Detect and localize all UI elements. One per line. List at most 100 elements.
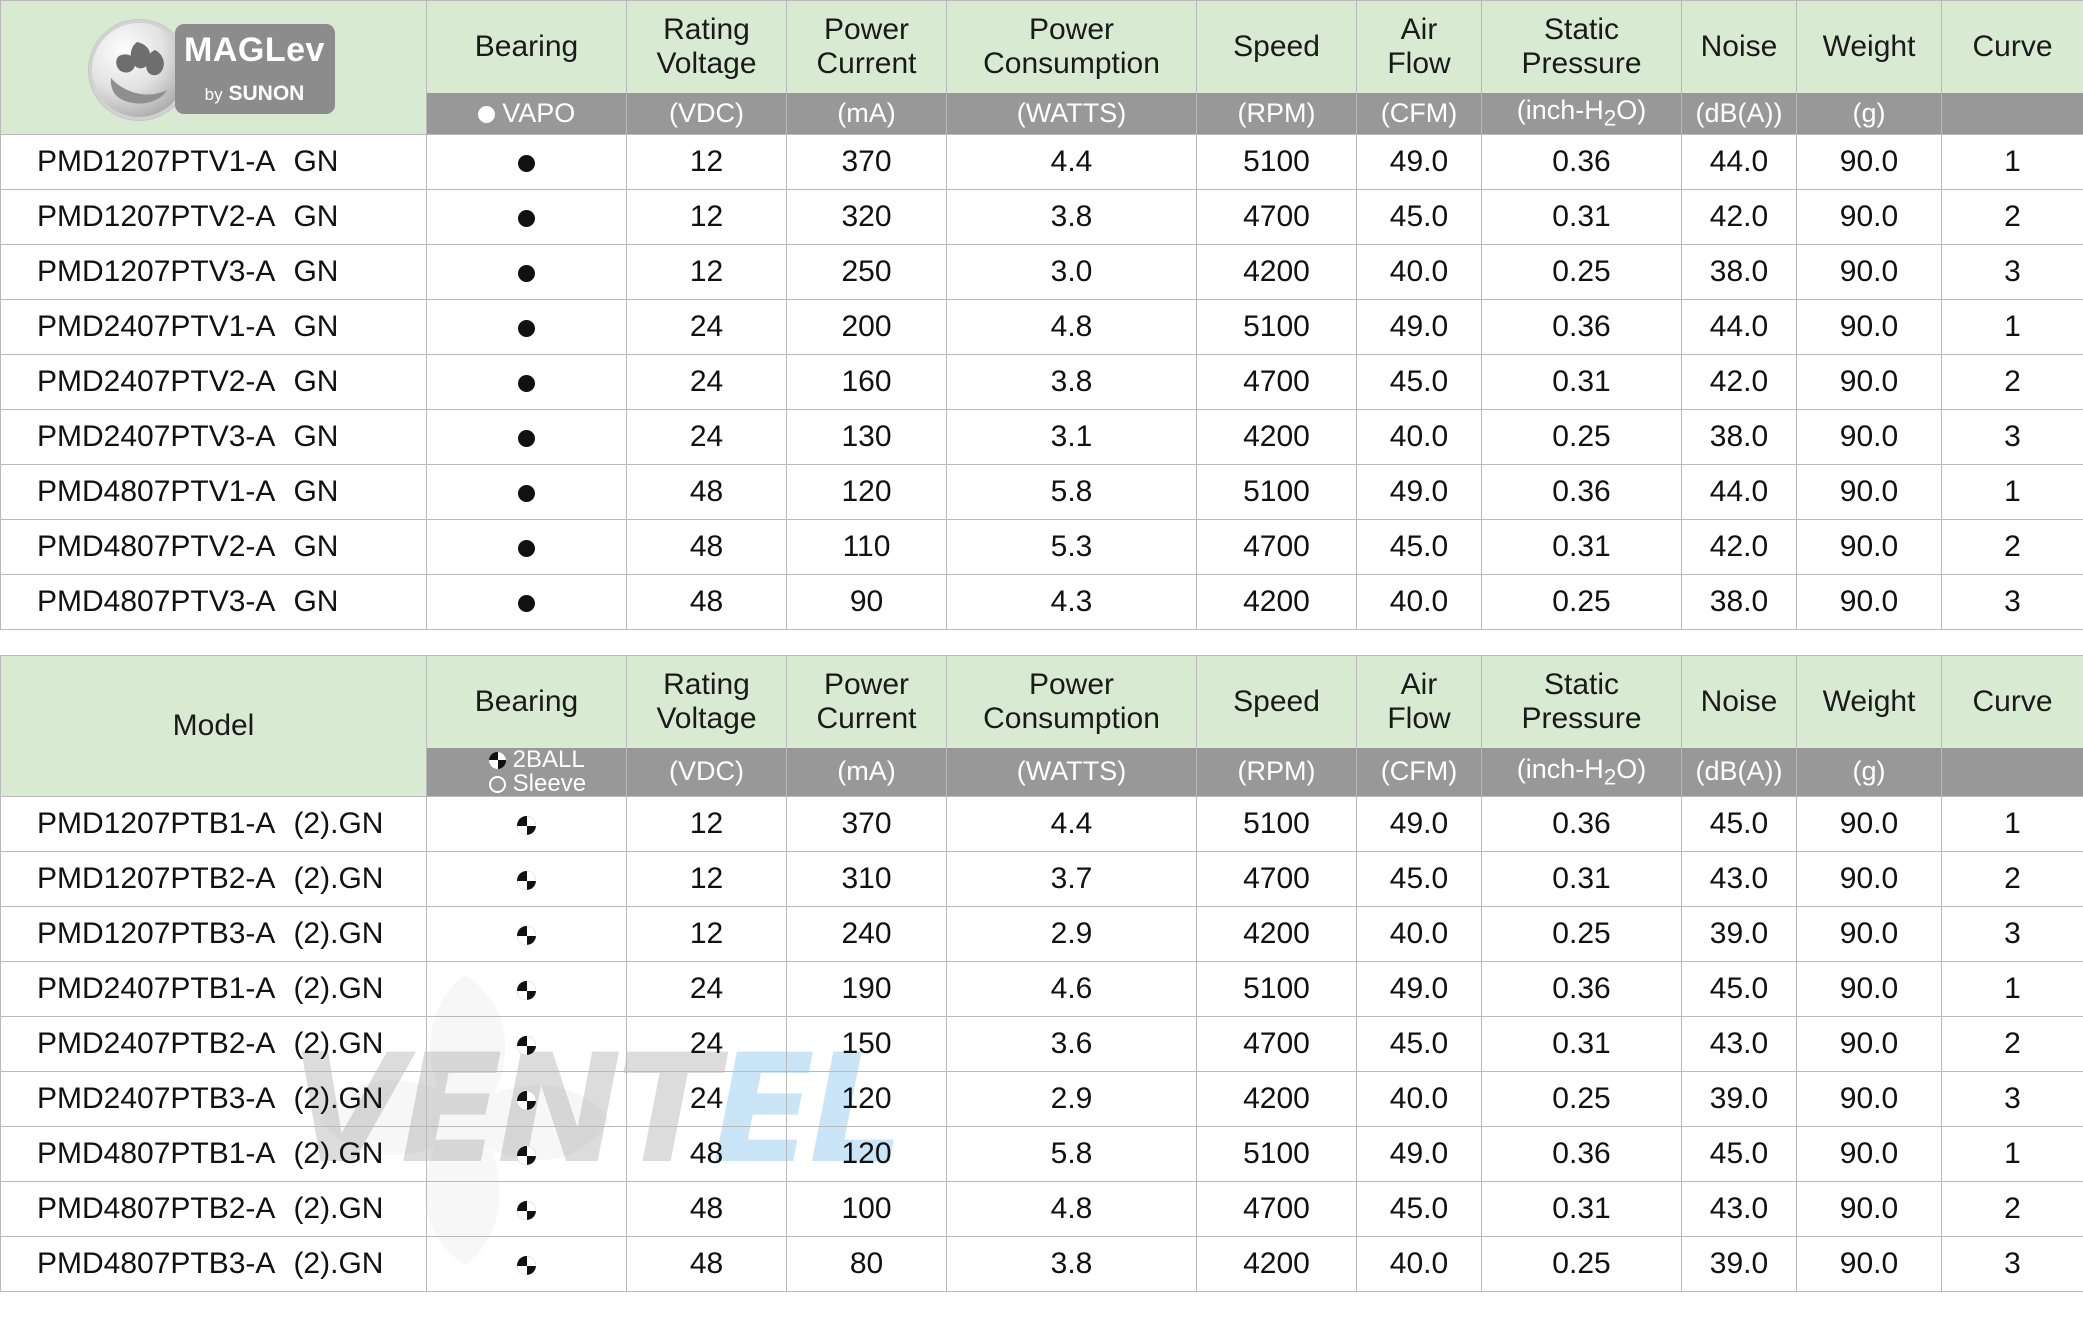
- cell-model: PMD1207PTV3-A GN: [0, 244, 427, 300]
- table-row[interactable]: PMD2407PTV2-A GN 24 160 3.8 4700 45.0 0.31 42.0 9…: [0, 354, 2083, 410]
- cell-consumption: 3.6: [946, 1016, 1197, 1073]
- cell-curve: 1: [1941, 796, 2083, 853]
- model-suffix: (2).GN: [293, 1082, 384, 1116]
- table-row[interactable]: PMD2407PTB2-A (2).GN 24 150 3.6 4700 45.0 0.31 4…: [0, 1016, 2083, 1073]
- cell-bearing: [426, 1126, 627, 1183]
- col-bearing: Bearing: [426, 0, 627, 93]
- cell-speed: 5100: [1196, 796, 1357, 853]
- cell-current: 250: [786, 244, 947, 300]
- cell-weight: 90.0: [1796, 1126, 1942, 1183]
- cell-consumption: 4.6: [946, 961, 1197, 1018]
- table-row[interactable]: PMD1207PTB3-A (2).GN 12 240 2.9 4200 40.0 0.25 3…: [0, 906, 2083, 963]
- cell-curve: 3: [1941, 409, 2083, 465]
- table-row[interactable]: PMD2407PTB1-A (2).GN 24 190 4.6 5100 49.0 0.36 4…: [0, 961, 2083, 1018]
- cell-current: 240: [786, 906, 947, 963]
- cell-current: 320: [786, 189, 947, 245]
- model-name: PMD1207PTV3-A: [37, 255, 276, 288]
- col-air-flow-2-l2: Flow: [1387, 701, 1451, 735]
- model-name: PMD1207PTB3-A: [37, 917, 276, 951]
- unit-curve: [1941, 92, 2083, 135]
- cell-bearing: [426, 244, 627, 300]
- model-name: PMD4807PTB3-A: [37, 1247, 276, 1281]
- cell-voltage: 12: [626, 134, 787, 190]
- vapo-dot-icon: [518, 154, 535, 172]
- legend-2ball: 2BALL: [489, 747, 624, 772]
- cell-air-flow: 45.0: [1356, 189, 1482, 245]
- cell-bearing: [426, 464, 627, 520]
- cell-air-flow: 40.0: [1356, 906, 1482, 963]
- cell-air-flow: 49.0: [1356, 961, 1482, 1018]
- unit-noise-2: (dB(A)): [1681, 747, 1797, 798]
- cell-model: PMD2407PTV3-A GN: [0, 409, 427, 465]
- table-row[interactable]: PMD4807PTV3-A GN 48 90 4.3 4200 40.0 0.25 38.0 90…: [0, 574, 2083, 630]
- cell-bearing: [426, 354, 627, 410]
- table-row[interactable]: PMD4807PTB2-A (2).GN 48 100 4.8 4700 45.0 0.31 4…: [0, 1181, 2083, 1238]
- col-air-flow-l1: Air: [1400, 13, 1438, 47]
- col-power-current-2: Power Current: [786, 655, 947, 748]
- cell-bearing: [426, 1016, 627, 1073]
- cell-curve: 3: [1941, 1071, 2083, 1128]
- table-row[interactable]: PMD4807PTV2-A GN 48 110 5.3 4700 45.0 0.31 42.0 9…: [0, 519, 2083, 575]
- cell-noise: 38.0: [1681, 244, 1797, 300]
- cell-curve: 1: [1941, 1126, 2083, 1183]
- cell-model: PMD1207PTB3-A (2).GN: [0, 906, 427, 963]
- unit-speed-2: (RPM): [1196, 747, 1357, 798]
- cell-air-flow: 45.0: [1356, 354, 1482, 410]
- cell-noise: 42.0: [1681, 354, 1797, 410]
- vapo-dot-icon: [518, 374, 535, 392]
- twoball-dot-icon: [517, 981, 536, 1001]
- table-row[interactable]: PMD4807PTB1-A (2).GN 48 120 5.8 5100 49.0 0.36 4…: [0, 1126, 2083, 1183]
- model-suffix: GN: [293, 585, 339, 618]
- cell-bearing: [426, 1071, 627, 1128]
- col-rating-voltage-l2: Voltage: [656, 46, 757, 80]
- cell-static-pressure: 0.36: [1481, 134, 1682, 190]
- cell-model: PMD4807PTB2-A (2).GN: [0, 1181, 427, 1238]
- cell-weight: 90.0: [1796, 574, 1942, 630]
- table-row[interactable]: PMD1207PTV1-A GN 12 370 4.4 5100 49.0 0.36 44.0 9…: [0, 134, 2083, 190]
- unit-bearing-vapo: VAPO: [426, 92, 627, 135]
- cell-bearing: [426, 409, 627, 465]
- model-name: PMD2407PTV2-A: [37, 365, 276, 398]
- cell-speed: 5100: [1196, 961, 1357, 1018]
- cell-bearing: [426, 574, 627, 630]
- cell-current: 120: [786, 1126, 947, 1183]
- col-speed: Speed: [1196, 0, 1357, 93]
- cell-noise: 39.0: [1681, 1236, 1797, 1293]
- table-row[interactable]: PMD4807PTB3-A (2).GN 48 80 3.8 4200 40.0 0.25 39…: [0, 1236, 2083, 1293]
- cell-current: 150: [786, 1016, 947, 1073]
- cell-static-pressure: 0.36: [1481, 961, 1682, 1018]
- col-power-consumption-2-l2: Consumption: [983, 701, 1160, 735]
- cell-static-pressure: 0.31: [1481, 851, 1682, 908]
- table-row[interactable]: PMD2407PTV1-A GN 24 200 4.8 5100 49.0 0.36 44.0 9…: [0, 299, 2083, 355]
- model-name: PMD2407PTV1-A: [37, 310, 276, 343]
- model-name: PMD2407PTB2-A: [37, 1027, 276, 1061]
- cell-weight: 90.0: [1796, 796, 1942, 853]
- cell-model: PMD4807PTV1-A GN: [0, 464, 427, 520]
- model-name: PMD4807PTB1-A: [37, 1137, 276, 1171]
- cell-weight: 90.0: [1796, 409, 1942, 465]
- table-row[interactable]: PMD4807PTV1-A GN 48 120 5.8 5100 49.0 0.36 44.0 9…: [0, 464, 2083, 520]
- cell-voltage: 24: [626, 354, 787, 410]
- table-row[interactable]: PMD1207PTB2-A (2).GN 12 310 3.7 4700 45.0 0.31 4…: [0, 851, 2083, 908]
- model-name: PMD1207PTB1-A: [37, 807, 276, 841]
- table2-header-row: Model Bearing Rating Voltage Power Curre…: [0, 654, 2083, 798]
- col-noise: Noise: [1681, 0, 1797, 93]
- table-row[interactable]: PMD1207PTV2-A GN 12 320 3.8 4700 45.0 0.31 42.0 9…: [0, 189, 2083, 245]
- cell-speed: 4700: [1196, 519, 1357, 575]
- table-row[interactable]: PMD1207PTV3-A GN 12 250 3.0 4200 40.0 0.25 38.0 9…: [0, 244, 2083, 300]
- cell-air-flow: 49.0: [1356, 464, 1482, 520]
- cell-current: 190: [786, 961, 947, 1018]
- cell-consumption: 4.8: [946, 1181, 1197, 1238]
- table1-body: PMD1207PTV1-A GN 12 370 4.4 5100 49.0 0.36 44.0 9…: [0, 134, 2083, 630]
- cell-noise: 43.0: [1681, 851, 1797, 908]
- cell-noise: 45.0: [1681, 1126, 1797, 1183]
- cell-weight: 90.0: [1796, 1071, 1942, 1128]
- table-row[interactable]: PMD1207PTB1-A (2).GN 12 370 4.4 5100 49.0 0.36 4…: [0, 796, 2083, 853]
- cell-current: 110: [786, 519, 947, 575]
- table-row[interactable]: PMD2407PTB3-A (2).GN 24 120 2.9 4200 40.0 0.25 3…: [0, 1071, 2083, 1128]
- unit-noise: (dB(A)): [1681, 92, 1797, 135]
- table-row[interactable]: PMD2407PTV3-A GN 24 130 3.1 4200 40.0 0.25 38.0 9…: [0, 409, 2083, 465]
- col-air-flow-2: Air Flow: [1356, 655, 1482, 748]
- cell-air-flow: 40.0: [1356, 574, 1482, 630]
- cell-curve: 1: [1941, 464, 2083, 520]
